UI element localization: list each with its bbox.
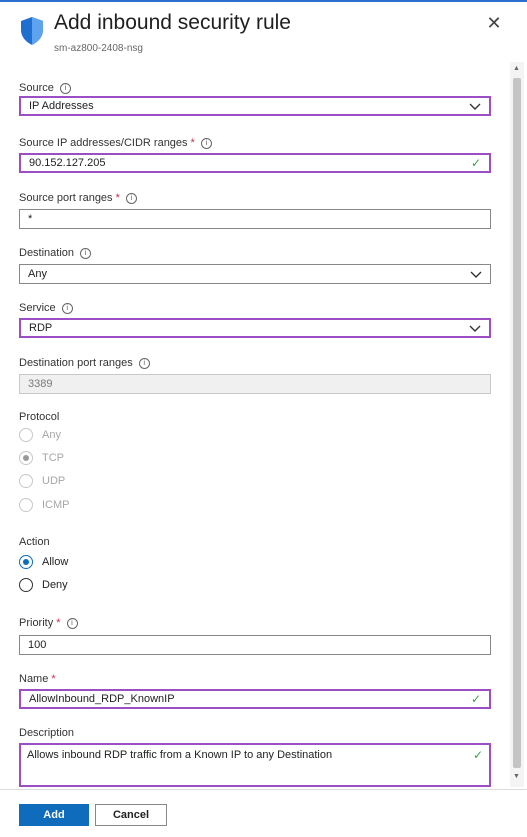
required-marker: * [190, 137, 195, 149]
scroll-down-icon[interactable]: ▼ [513, 773, 520, 780]
scroll-up-icon[interactable]: ▲ [513, 65, 520, 72]
form-content: Source i IP Addresses Source IP addresse… [0, 62, 510, 789]
destination-port-input: 3389 [19, 374, 491, 394]
destination-label: Destination i [19, 247, 92, 259]
source-ip-label: Source IP addresses/CIDR ranges * i [19, 137, 212, 149]
name-label: Name * [19, 673, 56, 685]
panel-footer: Add Cancel [0, 789, 527, 837]
source-port-input[interactable]: * [19, 209, 491, 229]
protocol-label: Protocol [19, 411, 60, 423]
name-input[interactable]: AllowInbound_RDP_KnownIP ✓ [19, 689, 491, 709]
chevron-down-icon [469, 325, 481, 332]
panel-title: Add inbound security rule [54, 11, 291, 34]
description-textarea[interactable]: Allows inbound RDP traffic from a Known … [19, 743, 491, 787]
radio-icon [19, 498, 33, 512]
chevron-down-icon [470, 271, 482, 278]
priority-label: Priority * i [19, 617, 78, 629]
protocol-option-any: Any [19, 428, 61, 442]
source-port-label: Source port ranges * i [19, 192, 137, 204]
info-icon[interactable]: i [80, 247, 92, 259]
valid-check-icon: ✓ [472, 748, 483, 762]
info-icon[interactable]: i [200, 137, 212, 149]
radio-icon [19, 474, 33, 488]
panel-subtitle: sm-az800-2408-nsg [54, 43, 143, 54]
scrollbar-thumb[interactable] [513, 78, 521, 768]
destination-select[interactable]: Any [19, 264, 491, 284]
service-label: Service i [19, 302, 73, 314]
protocol-option-udp: UDP [19, 474, 65, 488]
panel-header: Add inbound security rule sm-az800-2408-… [0, 2, 527, 62]
valid-check-icon: ✓ [470, 692, 481, 706]
info-icon[interactable]: i [125, 192, 137, 204]
action-option-deny[interactable]: Deny [19, 578, 68, 592]
close-icon[interactable]: ✕ [485, 14, 503, 32]
add-button[interactable]: Add [19, 804, 89, 826]
protocol-option-tcp: TCP [19, 451, 64, 465]
source-ip-input[interactable]: 90.152.127.205 ✓ [19, 153, 491, 173]
action-option-allow[interactable]: Allow [19, 555, 68, 569]
radio-icon [19, 578, 33, 592]
service-select[interactable]: RDP [19, 318, 491, 338]
vertical-scrollbar[interactable]: ▲ ▼ [510, 62, 524, 787]
valid-check-icon: ✓ [470, 156, 481, 170]
action-label: Action [19, 536, 50, 548]
required-marker: * [51, 673, 56, 685]
source-select[interactable]: IP Addresses [19, 96, 491, 116]
info-icon[interactable]: i [66, 617, 78, 629]
radio-selected-icon [19, 555, 33, 569]
shield-icon [21, 17, 43, 45]
priority-input[interactable]: 100 [19, 635, 491, 655]
required-marker: * [56, 617, 61, 629]
source-label: Source i [19, 82, 71, 94]
info-icon[interactable]: i [138, 357, 150, 369]
required-marker: * [115, 192, 120, 204]
info-icon[interactable]: i [59, 82, 71, 94]
destination-port-label: Destination port ranges i [19, 357, 150, 369]
radio-icon [19, 428, 33, 442]
protocol-option-icmp: ICMP [19, 498, 70, 512]
cancel-button[interactable]: Cancel [95, 804, 167, 826]
radio-selected-icon [19, 451, 33, 465]
info-icon[interactable]: i [61, 302, 73, 314]
chevron-down-icon [469, 103, 481, 110]
description-label: Description [19, 727, 75, 739]
